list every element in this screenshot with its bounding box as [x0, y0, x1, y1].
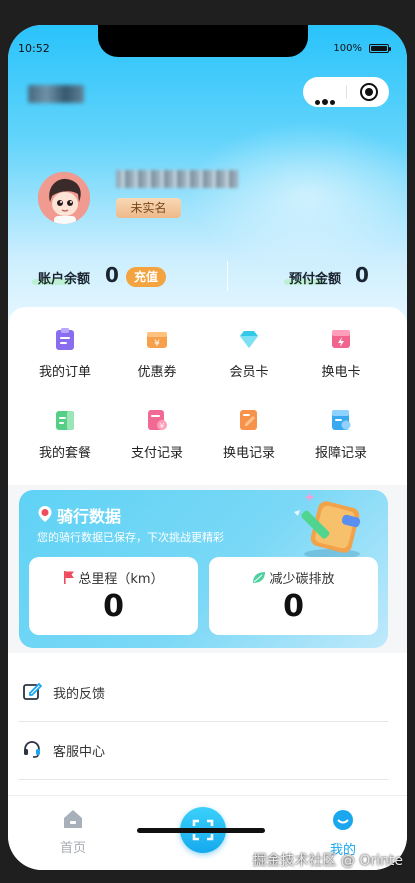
menu-coupons[interactable]: ¥ 优惠券: [112, 327, 202, 380]
menu-label: 我的订单: [38, 365, 91, 380]
list-item-feedback[interactable]: 我的反馈: [18, 663, 388, 722]
headset-icon: [24, 741, 40, 758]
clipboard-icon: [56, 328, 74, 350]
tab-home-label: 首页: [59, 841, 86, 856]
user-smile-icon: [333, 810, 353, 830]
menu-label: 换电记录: [222, 446, 275, 461]
menu-fault-records[interactable]: 报障记录: [296, 408, 386, 461]
prepaid-amount-value: 0: [355, 263, 369, 287]
menu-my-orders[interactable]: 我的订单: [20, 327, 110, 380]
tab-home[interactable]: 首页: [33, 809, 113, 856]
package-icon: [56, 411, 74, 430]
location-pin-icon: [38, 506, 52, 522]
phone-screen: 10:52 100% 未实名 账户余额 0 充值 预付金额 0 我的订单 ¥ 优…: [8, 25, 407, 870]
menu-label: 会员卡: [229, 365, 269, 380]
menu-swap-records[interactable]: 换电记录: [204, 408, 294, 461]
list-item-support[interactable]: 客服中心: [18, 721, 388, 780]
ride-data-subtitle: 您的骑行数据已保存，下次挑战更精彩: [37, 531, 224, 544]
menu-label: 支付记录: [130, 446, 183, 461]
svg-text:¥: ¥: [154, 339, 160, 349]
diamond-icon: [240, 331, 258, 348]
edit-icon: [23, 682, 42, 700]
status-time: 10:52: [18, 42, 50, 55]
recharge-button[interactable]: 充值: [126, 267, 166, 287]
page-title-blurred: [28, 85, 84, 103]
battery-icon: [369, 44, 391, 53]
ride-data-card: 骑行数据 您的骑行数据已保存，下次挑战更精彩 总里程（km） 0 减少碳排放 0: [19, 490, 388, 648]
battery-percent: 100%: [333, 43, 362, 54]
prepaid-amount-label: 预付金额: [289, 272, 342, 287]
service-list: 我的反馈 客服中心: [8, 653, 407, 803]
username-blurred: [116, 170, 238, 188]
account-balance-value: 0: [105, 263, 119, 287]
menu-label: 优惠券: [137, 365, 177, 380]
payment-record-icon: ¥: [148, 410, 167, 430]
notebook-pencil-illustration: [294, 492, 361, 559]
device-notch: [98, 25, 308, 57]
carbon-reduction-label: 减少碳排放: [209, 568, 378, 587]
miniprogram-capsule: [303, 77, 389, 107]
menu-payment-records[interactable]: ¥ 支付记录: [112, 408, 202, 461]
fault-record-icon: [332, 410, 351, 430]
function-menu: 我的订单 ¥ 优惠券 会员卡 换电卡 我的套餐 ¥ 支付记录 换电记录 报障记录: [8, 307, 407, 485]
menu-label: 我的套餐: [38, 446, 91, 461]
menu-my-package[interactable]: 我的套餐: [20, 408, 110, 461]
avatar[interactable]: [38, 172, 90, 224]
watermark: 掘金技术社区 @ Orinte: [252, 853, 403, 869]
swap-record-icon: [240, 410, 257, 430]
carbon-reduction-value: 0: [283, 589, 304, 624]
capsule-divider: [346, 85, 347, 99]
balance-divider: [227, 261, 228, 291]
menu-label: 换电卡: [321, 365, 361, 380]
leaf-icon: [253, 572, 266, 583]
svg-text:¥: ¥: [160, 422, 165, 430]
list-item-label: 我的反馈: [53, 687, 106, 702]
total-distance-value: 0: [103, 589, 124, 624]
home-icon: [64, 810, 82, 828]
menu-label: 报障记录: [314, 446, 367, 461]
carbon-reduction-box: 减少碳排放 0: [209, 557, 378, 635]
coupon-icon: ¥: [147, 332, 167, 349]
total-distance-box: 总里程（km） 0: [29, 557, 198, 635]
ride-data-title: 骑行数据: [57, 507, 122, 526]
verify-badge[interactable]: 未实名: [116, 198, 181, 218]
menu-member-card[interactable]: 会员卡: [204, 327, 294, 380]
more-icon[interactable]: [315, 90, 337, 109]
home-indicator: [137, 828, 265, 833]
close-miniprogram-icon[interactable]: [360, 83, 378, 101]
total-distance-label: 总里程（km）: [29, 568, 198, 587]
flag-icon: [64, 571, 75, 584]
list-item-label: 客服中心: [53, 745, 106, 760]
lightning-card-icon: [332, 330, 350, 348]
account-balance-label: 账户余额: [38, 272, 91, 287]
menu-swap-card[interactable]: 换电卡: [296, 327, 386, 380]
